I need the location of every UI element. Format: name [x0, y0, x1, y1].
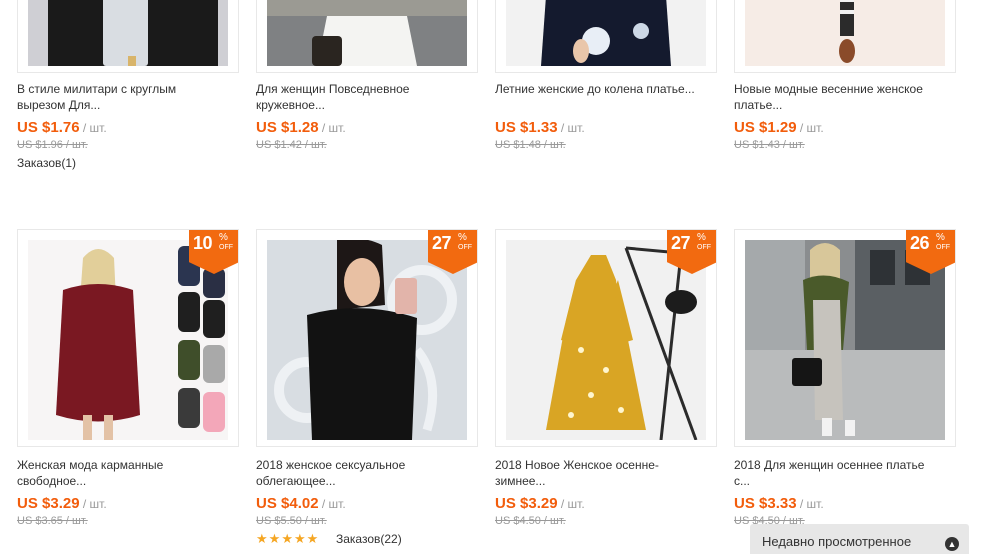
old-price: US $3.65 / шт. — [17, 515, 88, 527]
product-title[interactable]: Для женщин Повседневное кружевное... — [256, 81, 478, 113]
product-price: US $1.29 / шт. — [734, 119, 824, 136]
product-photo — [28, 0, 228, 66]
product-price: US $3.33 / шт. — [734, 495, 824, 512]
old-price: US $1.48 / шт. — [495, 139, 566, 151]
star-icon: ★ — [268, 531, 281, 546]
product-image[interactable] — [256, 0, 478, 73]
product-price: US $1.76 / шт. — [17, 119, 107, 136]
product-image[interactable] — [734, 0, 956, 73]
product-image[interactable]: 27% OFF — [256, 229, 478, 447]
product-title[interactable]: Женская мода карманные свободное... — [17, 457, 239, 489]
recently-viewed-label: Недавно просмотренное — [762, 534, 912, 549]
product-title[interactable]: Новые модные весенние женское платье... — [734, 81, 956, 113]
product-title[interactable]: Летние женские до колена платье... — [495, 81, 717, 113]
product-image[interactable]: 26% OFF — [734, 229, 956, 447]
old-price: US $1.43 / шт. — [734, 139, 805, 151]
recently-viewed-button[interactable]: Недавно просмотренное ▲ — [750, 524, 969, 554]
product-photo — [506, 0, 706, 66]
product-image[interactable] — [17, 0, 239, 73]
old-price: US $5.50 / шт. — [256, 515, 327, 527]
product-price: US $4.02 / шт. — [256, 495, 346, 512]
product-title[interactable]: 2018 женское сексуальное облегающее... — [256, 457, 478, 489]
product-photo — [745, 0, 945, 66]
star-icon: ★ — [256, 531, 268, 546]
product-price: US $1.28 / шт. — [256, 119, 346, 136]
product-image[interactable] — [495, 0, 717, 73]
product-price: US $3.29 / шт. — [495, 495, 585, 512]
order-count: Заказов(22) — [336, 532, 402, 546]
product-image[interactable]: 10% OFF — [17, 229, 239, 447]
order-count: Заказов(1) — [17, 156, 77, 170]
chevron-circle-icon: ▲ — [945, 537, 959, 551]
product-photo — [267, 240, 467, 440]
product-price: US $3.29 / шт. — [17, 495, 107, 512]
product-title[interactable]: 2018 Новое Женское осенне- зимнее... — [495, 457, 717, 489]
product-photo — [745, 240, 945, 440]
product-photo — [267, 0, 467, 66]
product-image[interactable]: 27% OFF — [495, 229, 717, 447]
product-photo — [28, 240, 228, 440]
star-icon: ★ — [281, 531, 293, 546]
star-icon: ★ — [306, 531, 319, 546]
product-title[interactable]: 2018 Для женщин осеннее платье с... — [734, 457, 956, 489]
old-price: US $1.96 / шт. — [17, 139, 88, 151]
old-price: US $4.50 / шт. — [495, 515, 566, 527]
star-icon: ★ — [293, 531, 306, 546]
rating-stars: ★ ★ ★ ★ ★ — [256, 532, 318, 545]
product-title[interactable]: В стиле милитари с круглым вырезом Для..… — [17, 81, 239, 113]
product-price: US $1.33 / шт. — [495, 119, 585, 136]
product-photo — [506, 240, 706, 440]
old-price: US $1.42 / шт. — [256, 139, 327, 151]
